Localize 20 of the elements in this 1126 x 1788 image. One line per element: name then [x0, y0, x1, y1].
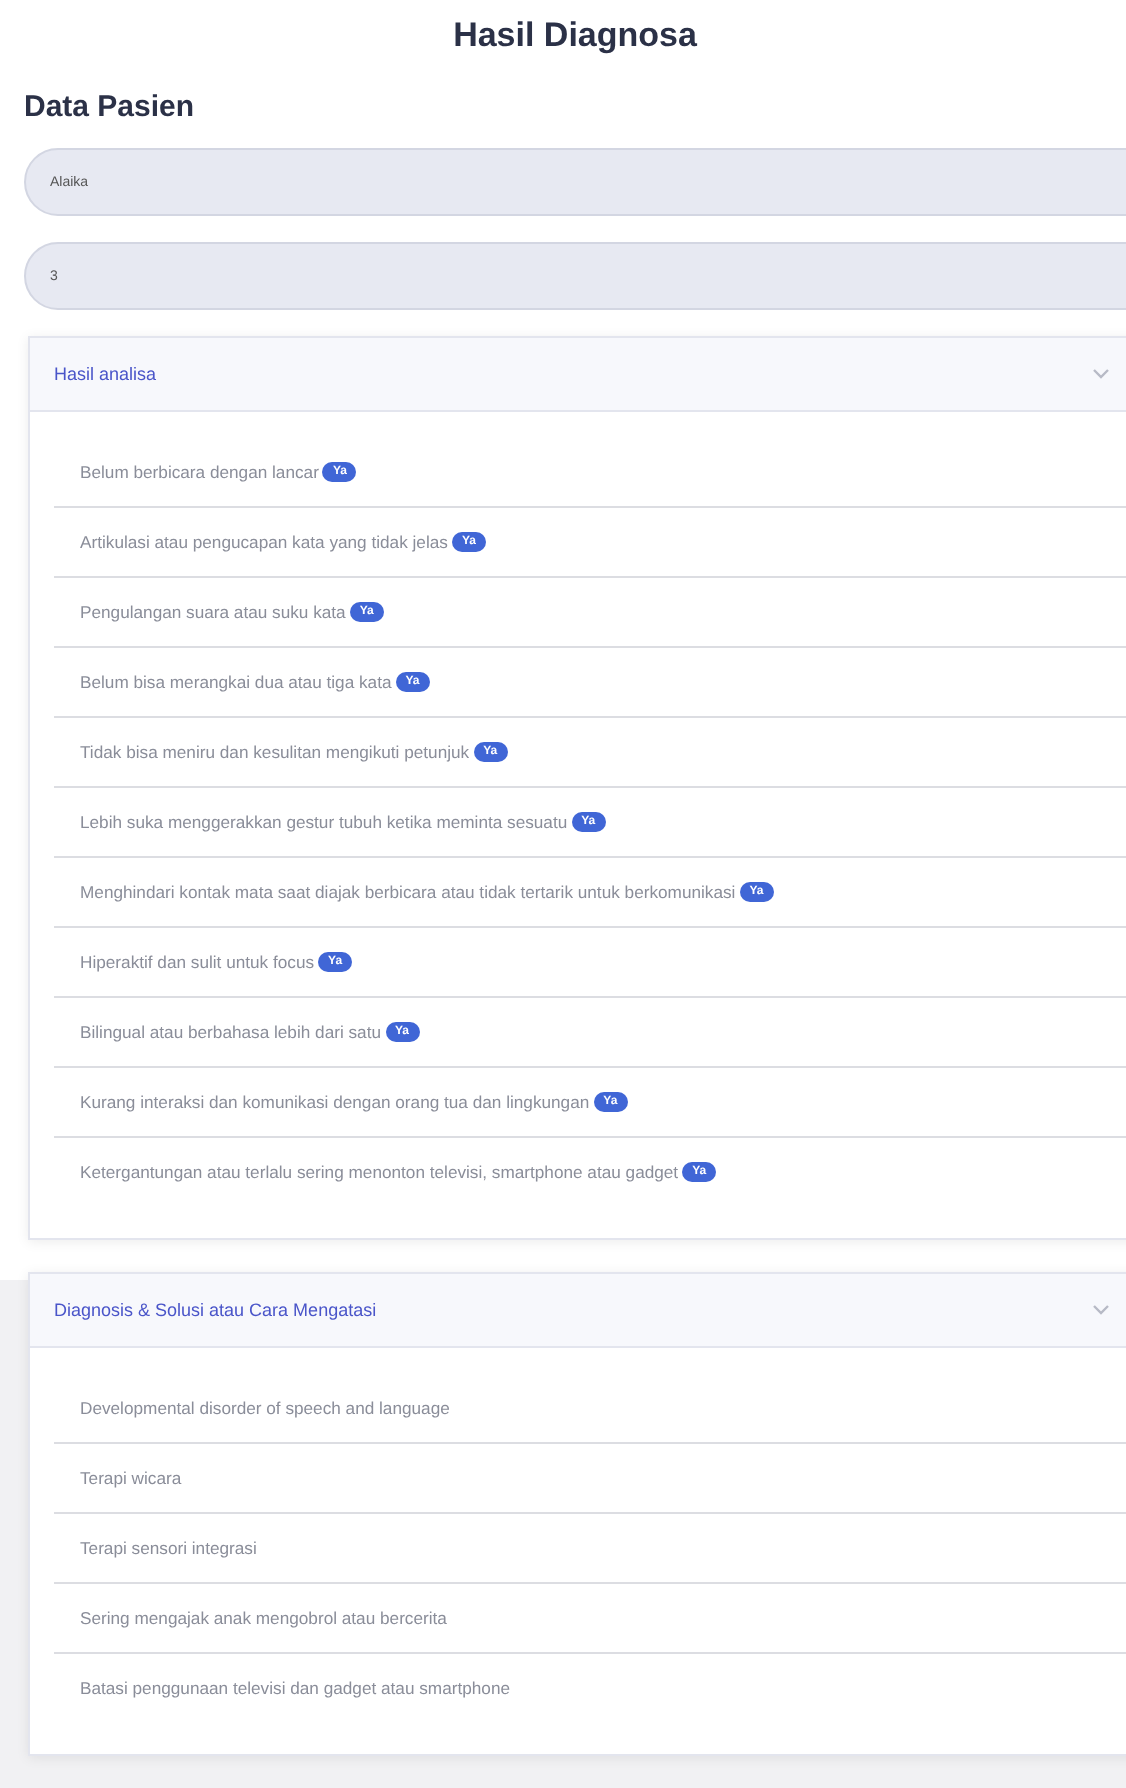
list-item-text: Belum berbicara dengan lancar: [80, 462, 319, 482]
list-item-text: Hiperaktif dan sulit untuk focus: [80, 952, 315, 972]
list-item-text: Kurang interaksi dan komunikasi dengan orang tua dan lingkungan: [80, 1092, 590, 1112]
section-title: Data Pasien: [24, 90, 197, 124]
list-item-text: Tidak bisa meniru dan kesulitan mengikuti petunjuk: [80, 742, 470, 762]
accordion-header[interactable]: Diagnosis & Solusi atau Cara Mengatasi: [30, 1274, 1126, 1348]
list-item-text: Terapi wicara: [80, 1468, 182, 1488]
list-item-text: Pengulangan suara atau suku kata: [80, 602, 346, 622]
page-title: Hasil Diagnosa: [451, 14, 699, 56]
list-item-text: Terapi sensori integrasi: [80, 1538, 257, 1558]
list-item-text: Ketergantungan atau terlalu sering menonton televisi, smartphone atau gadget: [80, 1162, 679, 1182]
list-item-text: Developmental disorder of speech and language: [80, 1398, 450, 1418]
list-item-text: Belum bisa merangkai dua atau tiga kata: [80, 672, 392, 692]
list-item-text: Sering mengajak anak mengobrol atau bercerita: [80, 1608, 447, 1628]
list-item-text: Batasi penggunaan televisi dan gadget atau smartphone: [80, 1678, 511, 1698]
list-item-text: Menghindari kontak mata saat diajak berbicara atau tidak tertarik untuk berkomunikasi: [80, 882, 736, 902]
list-item-text: Artikulasi atau pengucapan kata yang tidak jelas: [80, 532, 448, 552]
list-item-text: Bilingual atau berbahasa lebih dari satu: [80, 1022, 381, 1042]
accordion-header[interactable]: Hasil analisa: [30, 338, 1126, 412]
list-item-text: Lebih suka menggerakkan gestur tubuh ketika meminta sesuatu: [80, 812, 568, 832]
